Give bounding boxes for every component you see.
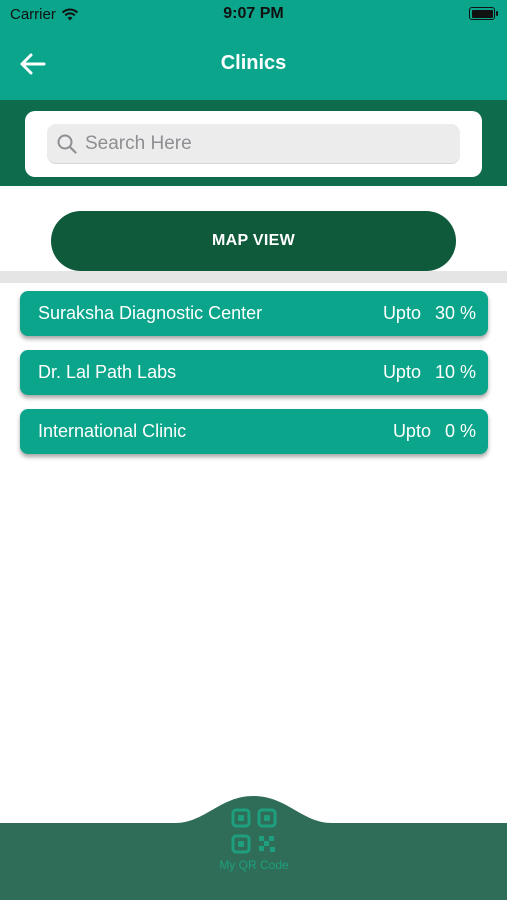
status-bar: Carrier 9:07 PM <box>0 0 507 30</box>
my-qr-code-button[interactable]: My QR Code <box>200 808 308 893</box>
clinic-list: Suraksha Diagnostic Center Upto 30 % Dr.… <box>20 291 488 468</box>
clinic-discount: 10 % <box>434 362 476 382</box>
nav-bar: Clinics <box>0 30 507 100</box>
clinic-upto-label: Upto <box>392 421 431 441</box>
qr-code-icon <box>231 808 277 854</box>
clinic-name: International Clinic <box>38 421 187 441</box>
clinic-upto-label: Upto <box>382 362 421 382</box>
search-card <box>25 111 482 177</box>
clinic-name: Suraksha Diagnostic Center <box>38 303 263 323</box>
clinic-row[interactable]: International Clinic Upto 0 % <box>20 409 488 454</box>
clinic-row[interactable]: Suraksha Diagnostic Center Upto 30 % <box>20 291 488 336</box>
search-section <box>0 100 507 186</box>
map-view-button[interactable]: MAP VIEW <box>51 211 456 271</box>
search-field[interactable] <box>47 124 460 164</box>
bottom-tab-bar: My QR Code <box>0 790 507 900</box>
battery-icon <box>469 7 498 20</box>
qr-code-label: My QR Code <box>219 858 289 872</box>
search-icon <box>57 134 77 154</box>
section-divider <box>0 271 507 283</box>
clinic-discount: 30 % <box>434 303 476 323</box>
clinic-name: Dr. Lal Path Labs <box>38 362 177 382</box>
clinic-discount: 0 % <box>444 421 476 441</box>
clinic-upto-label: Upto <box>382 303 421 323</box>
status-time: 9:07 PM <box>223 5 284 22</box>
clinic-row[interactable]: Dr. Lal Path Labs Upto 10 % <box>20 350 488 395</box>
search-input[interactable] <box>85 132 445 155</box>
page-title: Clinics <box>220 52 287 74</box>
